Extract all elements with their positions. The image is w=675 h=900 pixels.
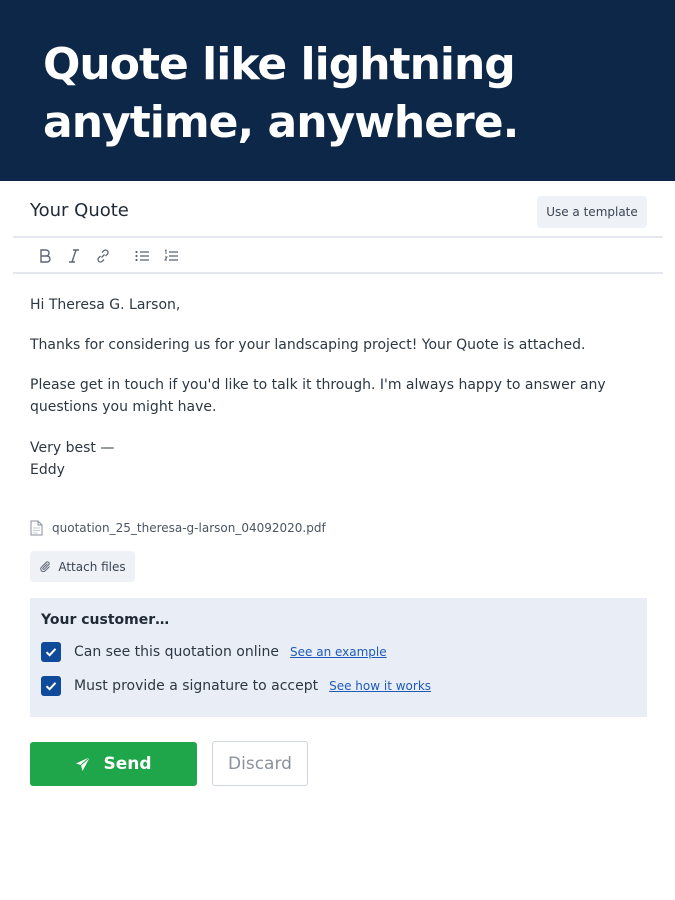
message-signature[interactable]: Eddy xyxy=(30,459,65,481)
quote-title: Your Quote xyxy=(30,200,129,221)
view-online-checkbox[interactable] xyxy=(41,642,61,662)
send-button[interactable]: Send xyxy=(30,742,197,786)
message-paragraph-1[interactable]: Thanks for considering us for your lands… xyxy=(30,334,585,356)
italic-icon[interactable] xyxy=(64,245,84,267)
discard-button[interactable]: Discard xyxy=(212,741,308,786)
checkmark-icon xyxy=(45,682,57,691)
numbered-list-icon[interactable] xyxy=(161,245,181,267)
hero-headline: Quote like lightning anytime, anywhere. xyxy=(43,36,519,152)
headline-line-1: Quote like lightning xyxy=(43,39,516,90)
attach-files-button[interactable]: Attach files xyxy=(30,551,135,582)
see-example-link[interactable]: See an example xyxy=(290,645,387,659)
view-online-label: Can see this quotation online xyxy=(74,644,280,660)
message-paragraph-2-line-1[interactable]: Please get in touch if you'd like to tal… xyxy=(30,374,606,396)
attach-files-label: Attach files xyxy=(58,559,126,574)
use-template-button[interactable]: Use a template xyxy=(537,196,647,228)
link-icon[interactable] xyxy=(93,245,113,267)
customer-option-view-online: Can see this quotation online See an exa… xyxy=(41,642,387,662)
customer-options-title: Your customer… xyxy=(41,612,170,628)
message-greeting[interactable]: Hi Theresa G. Larson, xyxy=(30,294,180,316)
signature-required-label: Must provide a signature to accept xyxy=(74,678,319,694)
message-signoff[interactable]: Very best — xyxy=(30,437,114,459)
document-icon xyxy=(30,520,43,536)
message-paragraph-2-line-2[interactable]: questions you might have. xyxy=(30,396,216,418)
hero-banner: Quote like lightning anytime, anywhere. xyxy=(0,0,675,181)
customer-options-panel: Your customer… Can see this quotation on… xyxy=(30,598,647,717)
paper-plane-icon xyxy=(76,756,91,771)
headline-line-2: anytime, anywhere. xyxy=(43,97,519,148)
formatting-toolbar-container xyxy=(13,236,663,274)
bold-icon[interactable] xyxy=(35,245,55,267)
paperclip-icon xyxy=(40,560,51,572)
signature-required-checkbox[interactable] xyxy=(41,676,61,696)
checkmark-icon xyxy=(45,648,57,657)
attachment-filename: quotation_25_theresa-g-larson_04092020.p… xyxy=(52,521,326,535)
see-how-it-works-link[interactable]: See how it works xyxy=(329,679,431,693)
send-label: Send xyxy=(103,754,152,774)
bulleted-list-icon[interactable] xyxy=(132,245,152,267)
attachment-item[interactable]: quotation_25_theresa-g-larson_04092020.p… xyxy=(30,520,326,536)
formatting-toolbar xyxy=(35,244,190,268)
customer-option-signature: Must provide a signature to accept See h… xyxy=(41,676,431,696)
